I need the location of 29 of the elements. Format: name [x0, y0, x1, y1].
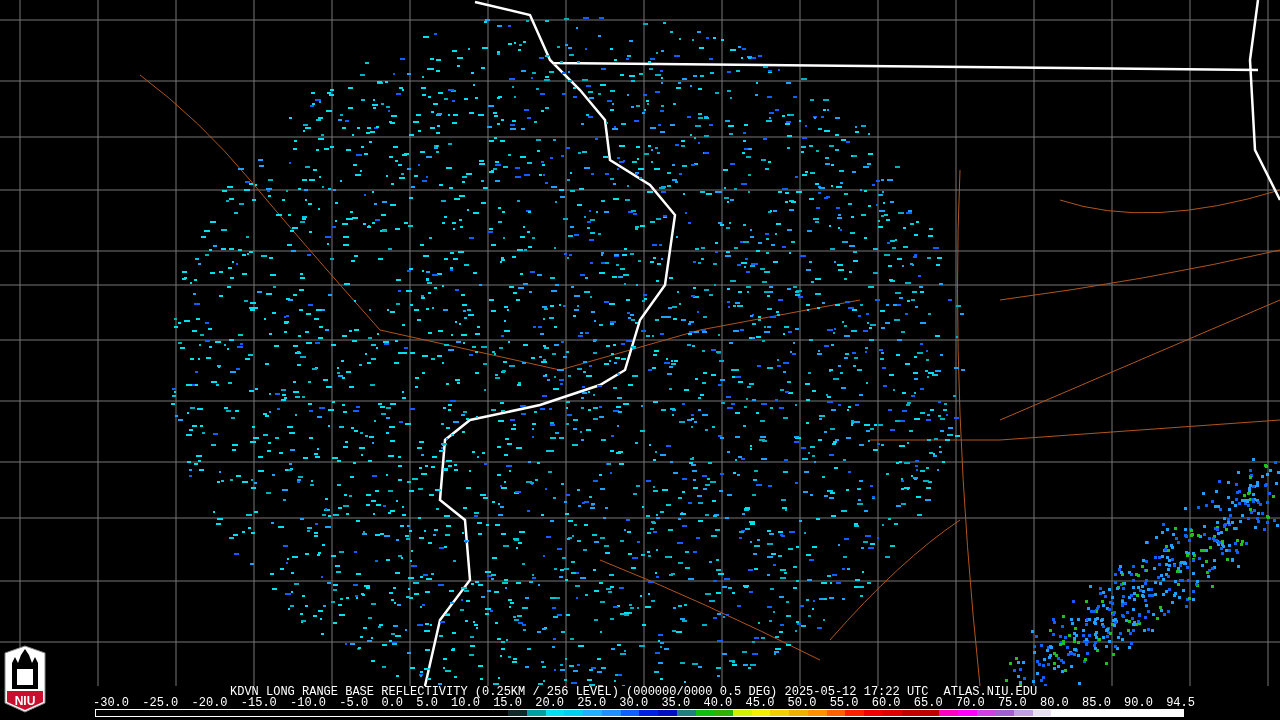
scale-label: 30.0: [619, 698, 649, 709]
scale-label: 10.0: [451, 698, 480, 709]
university-logo: NIU: [4, 645, 46, 713]
scale-label: 80.0: [1040, 698, 1069, 709]
scale-label: -20.0: [191, 698, 228, 709]
scale-label: 60.0: [871, 698, 901, 709]
scale-label: -30.0: [93, 698, 129, 709]
scale-label: 55.0: [829, 698, 859, 709]
scale-label: 25.0: [577, 698, 607, 709]
scale-label: 40.0: [703, 698, 733, 709]
scale-label: 5.0: [416, 698, 438, 709]
website-url: ATLAS.NIU.EDU: [943, 686, 1038, 698]
scale-label: 0.0: [381, 698, 403, 709]
scale-label: 70.0: [955, 698, 985, 709]
scale-label: 65.0: [913, 698, 943, 709]
scale-label: 15.0: [493, 698, 522, 709]
scale-label: 45.0: [745, 698, 775, 709]
scale-label: -5.0: [339, 698, 369, 709]
scale-label: 90.0: [1124, 698, 1153, 709]
scale-label: 20.0: [535, 698, 565, 709]
scale-label: 94.5: [1166, 698, 1195, 709]
scale-label: 75.0: [997, 698, 1027, 709]
scale-label: -10.0: [290, 698, 327, 709]
scale-label: -15.0: [240, 698, 277, 709]
product-title: KDVN LONG RANGE BASE REFLECTIVITY (0.25KM / 256 LEVEL) (000000/0000 0.5 DEG) 2025-05-12 17:22 UTC: [230, 686, 929, 698]
scale-label: 50.0: [787, 698, 817, 709]
scale-label: 35.0: [661, 698, 691, 709]
scale-label: -25.0: [142, 698, 179, 709]
scale-label: 85.0: [1082, 698, 1111, 709]
